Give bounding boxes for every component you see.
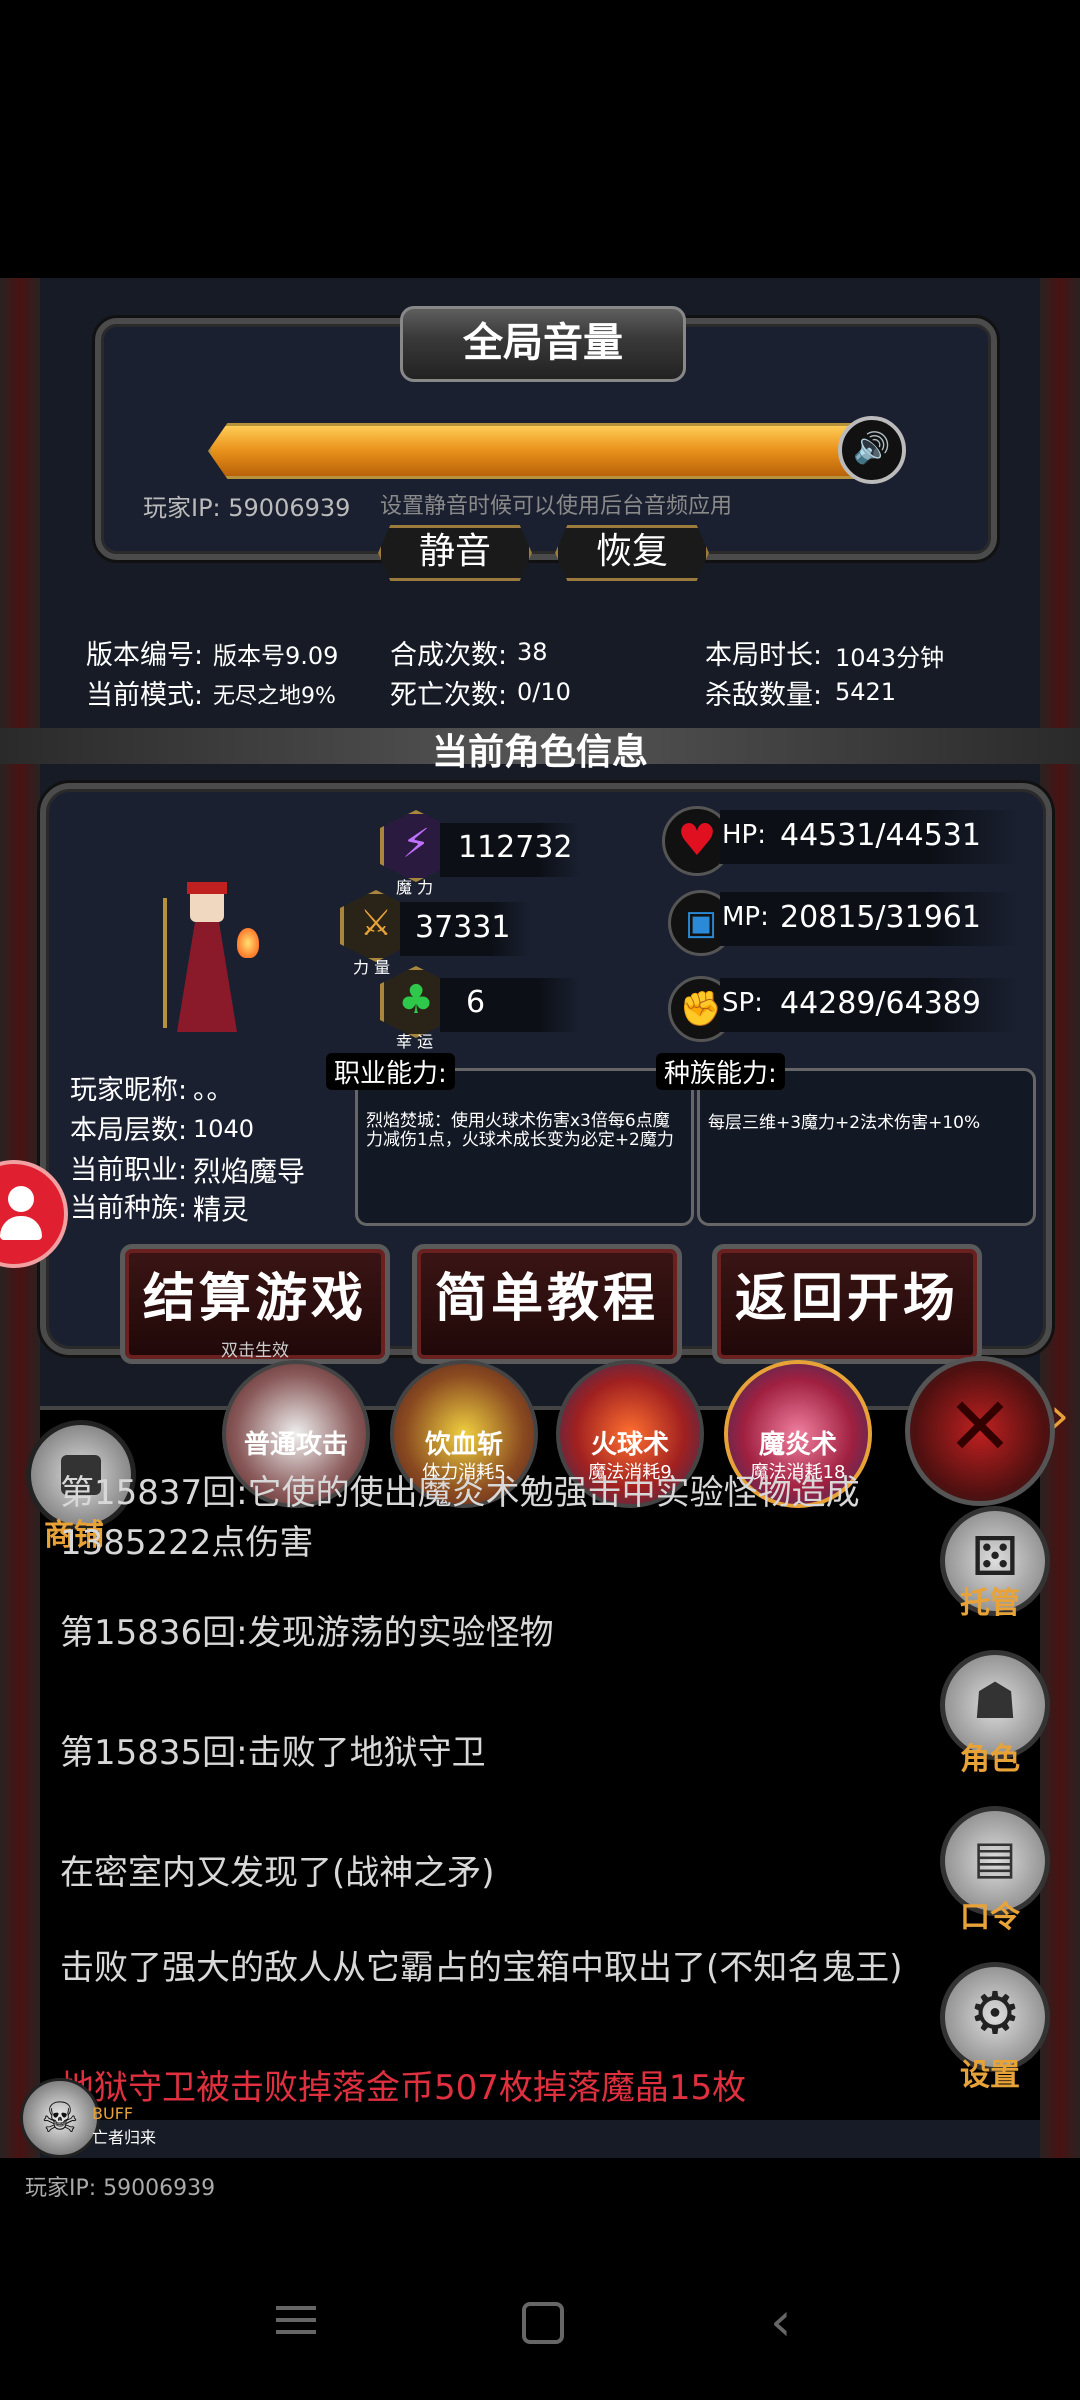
floors-label: 本局层数:: [70, 1115, 188, 1146]
mode-label: 当前模式:: [86, 680, 204, 711]
close-skills-button[interactable]: ✕: [905, 1356, 1055, 1506]
strength-value: 37331: [415, 910, 511, 945]
version-label: 版本编号:: [86, 640, 204, 671]
volume-title: 全局音量: [400, 306, 686, 382]
character-section-title: 当前角色信息: [431, 732, 648, 773]
settle-subtitle: 双击生效: [221, 1341, 289, 1361]
menu-icon[interactable]: [276, 2318, 316, 2322]
log-line: 在密室内又发现了(战神之矛): [60, 1853, 495, 1893]
race-ability-box: [697, 1068, 1036, 1226]
luck-value: 6: [466, 985, 486, 1020]
bottom-player-ip: 玩家IP: 59006939: [25, 2176, 216, 2201]
tutorial-button[interactable]: 简单教程: [412, 1244, 682, 1364]
log-line: 第15835回:击败了地狱守卫: [60, 1733, 486, 1773]
mp-label: MP:: [722, 902, 769, 932]
sp-label: SP:: [722, 988, 763, 1018]
kills-value: 5421: [835, 678, 897, 706]
race-ability-title: 种族能力:: [656, 1053, 785, 1090]
game-frame: 全局音量 🔊 玩家IP: 59006939 设置静音时候可以使用后台音频应用 静…: [0, 278, 1080, 2201]
buff-label: BUFF: [92, 2104, 134, 2123]
mp-value: 20815/31961: [780, 900, 981, 935]
race-ability-text: 每层三维+3魔力+2法术伤害+10%: [708, 1113, 981, 1133]
skill-name: 火球术: [590, 1430, 669, 1460]
kills-label: 杀敌数量:: [705, 680, 823, 711]
death-value: 0/10: [517, 678, 571, 706]
skill-name: 普通攻击: [243, 1430, 348, 1460]
volume-hint: 设置静音时候可以使用后台音频应用: [380, 494, 733, 519]
synth-value: 38: [517, 638, 548, 666]
duration-label: 本局时长:: [705, 640, 823, 671]
return-button[interactable]: 返回开场: [712, 1244, 982, 1364]
class-value: 烈焰魔导: [193, 1155, 306, 1188]
death-label: 死亡次数:: [390, 680, 508, 711]
sp-value: 44289/64389: [780, 986, 981, 1021]
nickname-value: 。。: [193, 1075, 234, 1106]
skill-name: 饮血斩: [424, 1430, 503, 1460]
race-label: 当前种族:: [70, 1193, 188, 1224]
luck-label: 幸 运: [396, 1032, 434, 1051]
magic-value: 112732: [458, 830, 573, 865]
volume-slider[interactable]: [208, 423, 854, 479]
hp-label: HP:: [722, 820, 766, 850]
log-line: 击败了强大的敌人从它霸占的宝箱中取出了(不知名鬼王): [60, 1948, 903, 1988]
floors-value: 1040: [193, 1115, 255, 1143]
skull-buff-icon[interactable]: ☠: [20, 2078, 100, 2158]
home-icon[interactable]: [522, 2302, 564, 2344]
skill-name: 魔炎术: [758, 1430, 837, 1460]
log-line: 第15837回:它使的使出魔炎术勉强击中实验怪物造成1385222点伤害: [60, 1473, 860, 1563]
role-label[interactable]: 角色: [960, 1734, 1020, 1778]
settings-label[interactable]: 设置: [960, 2050, 1020, 2094]
hp-value: 44531/44531: [780, 818, 981, 853]
system-nav-bar: ‹: [0, 2250, 1080, 2400]
auto-label[interactable]: 托管: [960, 1578, 1020, 1622]
class-ability-text: 烈焰焚城：使用火球术伤害x3倍每6点魔力减伤1点，火球术成长变为必定+2魔力: [366, 1111, 674, 1150]
magic-label: 魔 力: [396, 878, 434, 897]
log-line: 地狱守卫被击败掉落金币507枚掉落魔晶15枚: [60, 2068, 747, 2108]
duration-value: 1043分钟: [835, 644, 945, 672]
mode-value: 无尽之地9%: [213, 684, 336, 709]
race-value: 精灵: [193, 1193, 250, 1226]
luck-row: [440, 978, 580, 1032]
back-icon[interactable]: ‹: [770, 2290, 792, 2353]
restore-button[interactable]: 恢复: [555, 525, 709, 581]
class-ability-title: 职业能力:: [326, 1053, 455, 1090]
speaker-icon[interactable]: 🔊: [838, 416, 906, 484]
chevron-right-icon[interactable]: ›: [1050, 1388, 1069, 1444]
log-line: 第15836回:发现游荡的实验怪物: [60, 1613, 554, 1653]
character-sprite: [155, 882, 265, 1038]
class-label: 当前职业:: [70, 1155, 188, 1186]
nickname-label: 玩家昵称:: [70, 1075, 188, 1106]
version-value: 版本号9.09: [213, 642, 339, 670]
mute-button[interactable]: 静音: [378, 525, 532, 581]
strength-label: 力 量: [353, 958, 391, 977]
code-label[interactable]: 口令: [960, 1892, 1020, 1936]
buff-name: 亡者归来: [92, 2128, 157, 2147]
volume-player-ip: 玩家IP: 59006939: [143, 494, 351, 522]
synth-label: 合成次数:: [390, 640, 508, 671]
